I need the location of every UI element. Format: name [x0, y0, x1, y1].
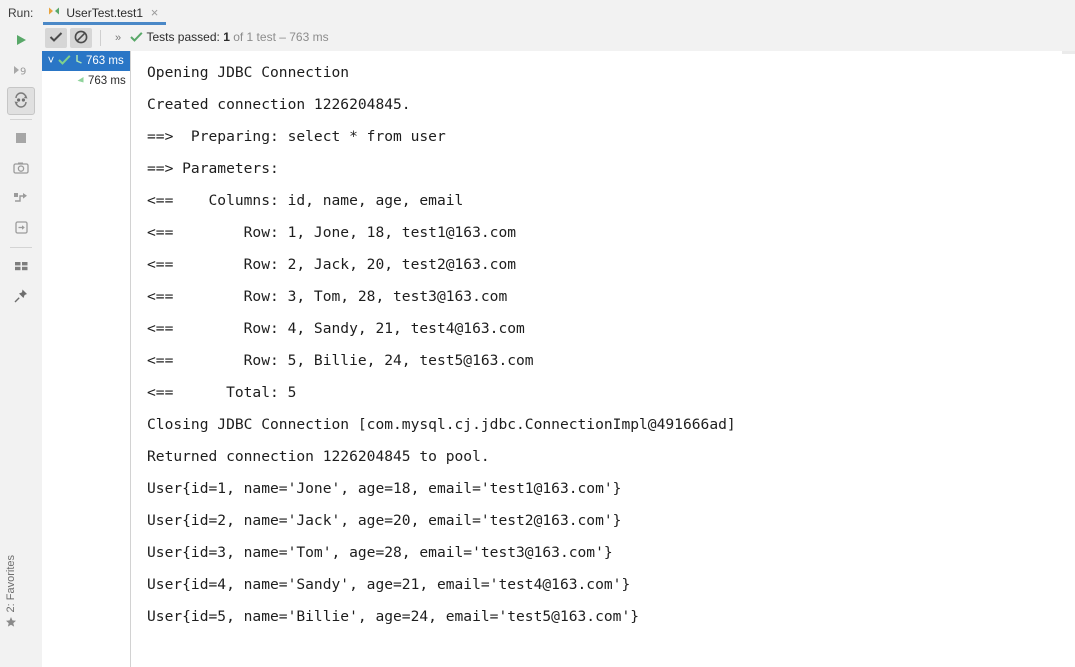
chevron-down-icon[interactable]: ˅: [44, 55, 58, 67]
console-line: <== Row: 3, Tom, 28, test3@163.com: [147, 288, 508, 305]
list-item: 763 ms: [88, 75, 126, 87]
table-row[interactable]: ˅ 763 ms: [42, 51, 130, 71]
test-status-toolbar: » Tests passed: 1 of 1 test – 763 ms: [42, 25, 1075, 52]
stop-button[interactable]: [7, 125, 35, 153]
clock-icon: [75, 54, 83, 68]
status-suffix: of 1 test – 763 ms: [229, 30, 329, 44]
auto-test-icon: [13, 91, 29, 111]
toolbar-overflow-button[interactable]: »: [115, 32, 121, 44]
table-row[interactable]: 763 ms: [42, 71, 130, 91]
pin-icon: [13, 288, 29, 307]
list-item: 763 ms: [86, 55, 124, 67]
console-scrollbar[interactable]: [1062, 51, 1075, 667]
star-icon: [5, 616, 17, 631]
rerun-button[interactable]: [7, 27, 35, 55]
rerun-failed-icon: 9: [13, 63, 29, 80]
console-lines: Opening JDBC Connection Created connectio…: [131, 51, 1075, 633]
tab-usertest-test1[interactable]: UserTest.test1 ×: [43, 1, 166, 25]
tab-label: UserTest.test1: [66, 5, 144, 20]
export-icon: [14, 220, 29, 238]
status-prefix: Tests passed:: [146, 30, 224, 44]
favorites-stripe-label: 2: Favorites: [5, 555, 17, 613]
toolbar-divider-2: [10, 247, 32, 248]
restore-layout-icon: [13, 191, 29, 208]
close-icon[interactable]: ×: [149, 6, 160, 19]
stop-icon: [15, 132, 27, 147]
test-results-tree[interactable]: ˅ 763 ms 763 ms: [42, 51, 131, 667]
console-line: Created connection 1226204845.: [147, 96, 411, 113]
layout-settings-button[interactable]: [7, 253, 35, 281]
console-line: <== Row: 1, Jone, 18, test1@163.com: [147, 224, 517, 241]
console-line: Returned connection 1226204845 to pool.: [147, 448, 490, 465]
test-status-text: Tests passed: 1 of 1 test – 763 ms: [130, 30, 329, 46]
dump-threads-button[interactable]: [7, 155, 35, 183]
export-test-results-button[interactable]: [7, 215, 35, 243]
no-entry-icon: [74, 30, 88, 47]
grid-icon: [14, 260, 29, 275]
console-line: <== Columns: id, name, age, email: [147, 192, 464, 209]
status-check-icon: [130, 32, 146, 46]
hide-ignored-toggle[interactable]: [70, 28, 92, 48]
favorites-tool-window-stripe[interactable]: 2: Favorites: [0, 547, 22, 667]
toolbar-divider: [10, 119, 32, 120]
pin-tab-button[interactable]: [7, 283, 35, 311]
restore-layout-button[interactable]: [7, 185, 35, 213]
toggle-auto-test-button[interactable]: [7, 87, 35, 115]
play-icon: [14, 33, 28, 50]
svg-text:9: 9: [20, 66, 26, 77]
console-line: User{id=3, name='Tom', age=28, email='te…: [147, 544, 613, 561]
console-line: Closing JDBC Connection [com.mysql.cj.jd…: [147, 416, 736, 433]
console-output[interactable]: Opening JDBC Connection Created connectio…: [131, 51, 1075, 667]
console-line: User{id=1, name='Jone', age=18, email='t…: [147, 480, 622, 497]
console-line: Opening JDBC Connection: [147, 64, 350, 81]
console-line: User{id=2, name='Jack', age=20, email='t…: [147, 512, 622, 529]
console-line: <== Row: 5, Billie, 24, test5@163.com: [147, 352, 534, 369]
run-tool-window-label: Run:: [8, 5, 34, 20]
junit-run-config-icon: [47, 4, 61, 21]
rerun-failed-tests-button[interactable]: 9: [7, 57, 35, 85]
toolbar-separator: [100, 30, 101, 46]
console-line: User{id=4, name='Sandy', age=21, email='…: [147, 576, 631, 593]
check-icon: [49, 31, 63, 46]
console-line: ==> Preparing: select * from user: [147, 128, 446, 145]
run-actions-toolbar: 9 2: Favorites: [0, 25, 43, 667]
console-line: <== Row: 4, Sandy, 21, test4@163.com: [147, 320, 525, 337]
run-tool-window: Run: UserTest.test1 × 9 2: Favorites » T…: [0, 0, 1075, 667]
show-passed-toggle[interactable]: [45, 28, 67, 48]
status-passed-count: 1: [223, 30, 230, 44]
console-line: ==> Parameters:: [147, 160, 288, 177]
console-line: <== Total: 5: [147, 384, 297, 401]
camera-icon: [13, 161, 29, 178]
tab-bar: Run: UserTest.test1 ×: [0, 0, 1075, 26]
console-line: <== Row: 2, Jack, 20, test2@163.com: [147, 256, 517, 273]
console-line: User{id=5, name='Billie', age=24, email=…: [147, 608, 640, 625]
leaf-icon: [76, 74, 85, 88]
console-scrollbar-track-top: [1062, 51, 1075, 54]
green-check-icon: [58, 54, 71, 69]
